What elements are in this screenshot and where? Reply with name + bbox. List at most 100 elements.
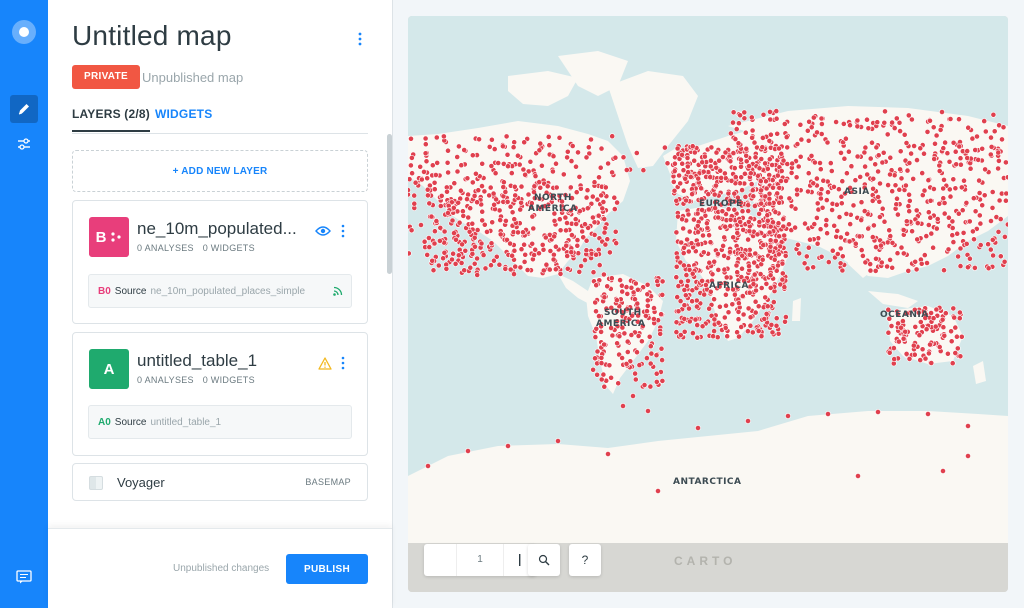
place-point: [795, 163, 802, 170]
place-point: [780, 223, 787, 230]
place-point: [903, 350, 910, 357]
place-point: [621, 330, 628, 337]
map-search-button[interactable]: [528, 544, 560, 576]
warning-icon[interactable]: [317, 355, 333, 371]
place-point: [730, 234, 737, 241]
place-point: [556, 216, 563, 223]
place-point: [644, 291, 651, 298]
place-point: [786, 195, 793, 202]
place-point: [686, 228, 693, 235]
basemap-thumbnail: [89, 476, 103, 490]
place-point: [440, 255, 446, 262]
place-point: [722, 149, 729, 156]
place-point: [670, 178, 677, 185]
place-point: [858, 247, 865, 253]
layer-source-row[interactable]: B0 Source ne_10m_populated_places_simple: [88, 274, 352, 308]
place-point: [817, 226, 824, 233]
place-point: [507, 240, 513, 247]
map-options-menu-icon[interactable]: [352, 30, 368, 48]
place-point: [931, 186, 937, 192]
place-point: [683, 197, 689, 204]
place-point: [679, 151, 685, 158]
place-point: [875, 168, 881, 175]
place-point: [819, 204, 826, 211]
layer-source-row[interactable]: A0 Source untitled_table_1: [88, 405, 352, 439]
panel-scrollbar[interactable]: [387, 134, 392, 274]
map-title[interactable]: Untitled map: [72, 20, 232, 52]
place-point: [536, 147, 543, 154]
eye-icon[interactable]: [315, 223, 331, 239]
layer-name[interactable]: untitled_table_1: [137, 351, 257, 371]
place-point: [647, 360, 654, 367]
layer-name[interactable]: ne_10m_populated...: [137, 219, 297, 239]
layer-options-menu-icon[interactable]: [335, 223, 351, 239]
place-point: [872, 267, 879, 274]
place-point: [705, 191, 712, 198]
place-point: [469, 152, 476, 159]
place-point: [659, 291, 666, 298]
place-point: [545, 134, 552, 140]
zoom-out-button[interactable]: [424, 544, 456, 576]
publish-button[interactable]: PUBLISH: [286, 554, 368, 584]
place-point: [751, 259, 758, 266]
place-point: [553, 160, 559, 167]
place-point: [950, 305, 957, 312]
place-point: [939, 316, 946, 323]
layer-card[interactable]: B ne_10m_populated... 0 ANALYSES 0 WIDGE…: [72, 200, 368, 324]
place-point: [802, 220, 808, 227]
layer-card[interactable]: A untitled_table_1 0 ANALYSES 0 WIDGETS …: [72, 332, 368, 456]
editor-panel: Untitled map PRIVATE Unpublished map LAY…: [48, 0, 393, 608]
tab-layers[interactable]: LAYERS (2/8): [72, 107, 150, 132]
place-point: [606, 249, 613, 256]
place-point: [711, 191, 718, 198]
place-point: [431, 186, 438, 193]
place-point: [725, 309, 732, 316]
place-point: [700, 232, 706, 239]
place-point: [576, 173, 583, 180]
layer-options-menu-icon[interactable]: [335, 355, 351, 371]
world-map[interactable]: NORTH AMERICA EUROPE ASIA AFRICA SOUTH A…: [408, 16, 1008, 592]
place-point: [674, 294, 681, 300]
place-point: [975, 156, 982, 163]
feedback-chat-icon[interactable]: [10, 563, 38, 591]
place-point: [817, 166, 824, 173]
place-point: [537, 140, 544, 147]
place-point: [869, 139, 875, 146]
place-point: [914, 157, 920, 163]
place-point: [940, 185, 947, 192]
place-point: [730, 109, 737, 116]
place-point: [847, 221, 854, 227]
privacy-badge[interactable]: PRIVATE: [72, 65, 140, 89]
map-view[interactable]: NORTH AMERICA EUROPE ASIA AFRICA SOUTH A…: [408, 16, 1008, 592]
place-point: [497, 217, 504, 223]
place-point: [568, 158, 575, 164]
add-new-layer-button[interactable]: + ADD NEW LAYER: [72, 150, 368, 192]
place-point: [792, 224, 798, 231]
place-point: [889, 119, 895, 126]
place-point: [805, 244, 812, 251]
place-point: [564, 220, 570, 226]
place-point: [701, 291, 708, 298]
place-point: [620, 154, 627, 161]
place-point: [438, 192, 445, 199]
place-point: [953, 161, 960, 168]
carto-logo-icon[interactable]: [12, 20, 36, 44]
place-point: [698, 185, 704, 192]
place-point: [679, 216, 685, 223]
place-point: [990, 252, 996, 259]
place-point: [1001, 258, 1008, 265]
help-button[interactable]: ?: [569, 544, 601, 576]
edit-pencil-icon[interactable]: [10, 95, 38, 123]
place-point: [989, 204, 996, 211]
basemap-row[interactable]: Voyager BASEMAP: [72, 463, 368, 501]
tab-widgets[interactable]: WIDGETS: [155, 107, 212, 121]
place-point: [456, 143, 462, 150]
place-point: [426, 244, 433, 250]
place-point: [773, 315, 780, 322]
place-point: [727, 249, 733, 255]
place-point: [684, 236, 690, 243]
place-point: [711, 316, 718, 323]
place-point: [634, 286, 641, 293]
place-point: [775, 262, 781, 269]
settings-sliders-icon[interactable]: [10, 130, 38, 158]
